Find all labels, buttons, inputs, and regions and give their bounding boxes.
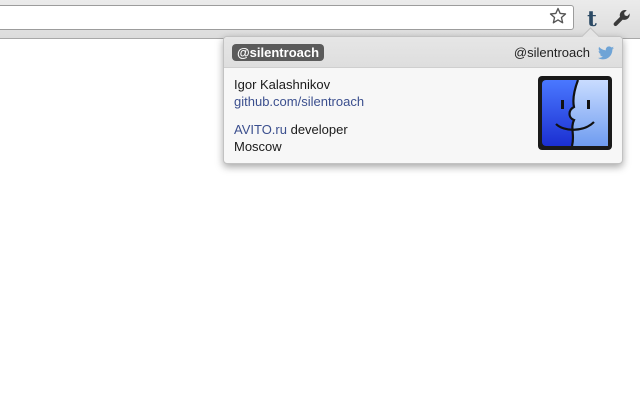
- profile-name: Igor Kalashnikov: [234, 77, 331, 92]
- address-bar[interactable]: [0, 5, 574, 30]
- browser-toolbar: t: [0, 0, 640, 39]
- wrench-icon[interactable]: [610, 5, 634, 31]
- bio-company-link[interactable]: AVITO.ru: [234, 122, 287, 137]
- profile-bio: AVITO.ru developer: [234, 122, 348, 137]
- profile-website-link[interactable]: github.com/silentroach: [234, 94, 364, 109]
- handle-badge[interactable]: @silentroach: [232, 44, 325, 61]
- popup-header: @silentroach @silentroach: [224, 37, 622, 68]
- bio-text: developer: [286, 122, 348, 137]
- tumblr-extension-icon[interactable]: t: [580, 4, 604, 32]
- header-handle[interactable]: @silentroach: [514, 44, 590, 61]
- finder-face-avatar: [542, 79, 608, 147]
- star-icon[interactable]: [548, 6, 568, 26]
- twitter-bird-icon[interactable]: [598, 46, 614, 60]
- avatar[interactable]: [538, 76, 612, 150]
- profile-popup: @silentroach @silentroach Igor Kalashnik…: [223, 27, 623, 164]
- profile-location: Moscow: [234, 139, 282, 154]
